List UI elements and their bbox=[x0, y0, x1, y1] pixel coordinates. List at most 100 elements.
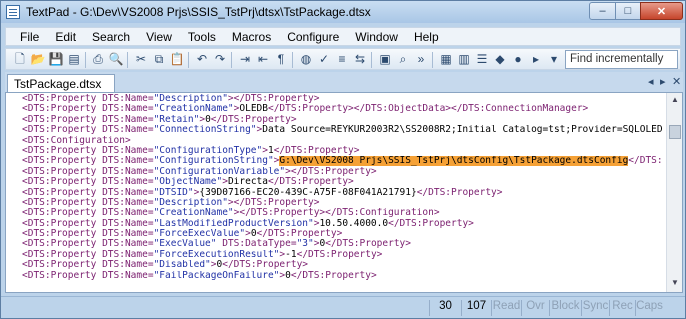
code-line[interactable]: <DTS:Property DTS:Name="ObjectName">Dire… bbox=[22, 177, 662, 187]
close-button[interactable]: ✕ bbox=[640, 2, 683, 20]
code-token: {39D07166-EC20-439C-A75F-08F041A21791} bbox=[199, 187, 417, 198]
minimize-button[interactable]: – bbox=[589, 2, 616, 20]
code-token: <DTS:Property DTS:Name= bbox=[22, 239, 154, 250]
code-token: ></DTS:Property> bbox=[227, 94, 320, 104]
code-token: </DTS:Property> bbox=[273, 145, 360, 156]
textpad-window: TextPad - G:\Dev\VS2008 Prjs\SSIS_TstPrj… bbox=[0, 0, 686, 319]
toolbar-separator bbox=[127, 52, 128, 68]
code-token: <DTS:Property DTS:Name= bbox=[22, 156, 154, 167]
code-area[interactable]: <DTS:Property DTS:Name="Description"></D… bbox=[22, 94, 662, 281]
scroll-up-icon[interactable]: ▲ bbox=[669, 95, 681, 107]
code-token: <DTS:Property DTS:Name= bbox=[22, 270, 154, 281]
tab-tstpackage-dtsx[interactable]: TstPackage.dtsx bbox=[7, 74, 115, 92]
open-file-icon[interactable]: 📂 bbox=[30, 52, 46, 67]
menu-macros[interactable]: Macros bbox=[224, 28, 279, 45]
tile-icon[interactable]: ▥ bbox=[456, 52, 472, 67]
undo-icon[interactable]: ↶ bbox=[194, 52, 210, 67]
vertical-scrollbar[interactable]: ▲ ▼ bbox=[666, 93, 682, 292]
maximize-button[interactable]: □ bbox=[615, 2, 641, 20]
menu-configure[interactable]: Configure bbox=[279, 28, 347, 45]
menu-search[interactable]: Search bbox=[84, 28, 138, 45]
compare-icon[interactable]: ⇆ bbox=[352, 52, 368, 67]
code-token: "Retain" bbox=[153, 114, 200, 125]
bookmark-icon[interactable]: ◆ bbox=[492, 52, 508, 67]
title-bar[interactable]: TextPad - G:\Dev\VS2008 Prjs\SSIS_TstPrj… bbox=[1, 1, 685, 23]
code-token: "CreationName" bbox=[153, 104, 234, 115]
code-line[interactable]: <DTS:Property DTS:Name="CreationName">OL… bbox=[22, 104, 662, 114]
globe-icon[interactable]: ◍ bbox=[298, 52, 314, 67]
code-token: "3" bbox=[296, 239, 314, 250]
tab-close-icon[interactable]: ✕ bbox=[672, 75, 681, 88]
print-preview-icon[interactable]: 🔍 bbox=[108, 52, 124, 67]
find-icon[interactable]: ⌕ bbox=[395, 52, 411, 67]
indent-icon[interactable]: ⇥ bbox=[237, 52, 253, 67]
paragraph-icon[interactable]: ¶ bbox=[273, 52, 289, 67]
tool-output-icon[interactable]: ▣ bbox=[377, 52, 393, 67]
code-line[interactable]: <DTS:Property DTS:Name="ForceExecutionRe… bbox=[22, 250, 662, 260]
code-line[interactable]: <DTS:Property DTS:Name="Disabled">0</DTS… bbox=[22, 260, 662, 270]
menu-window[interactable]: Window bbox=[347, 28, 406, 45]
scroll-down-icon[interactable]: ▼ bbox=[669, 278, 681, 290]
menu-view[interactable]: View bbox=[138, 28, 180, 45]
code-line[interactable]: <DTS:Property DTS:Name="ConfigurationStr… bbox=[22, 156, 662, 167]
copy-icon[interactable]: ⧉ bbox=[151, 52, 167, 67]
code-line[interactable]: <DTS:Property DTS:Name="LastModifiedProd… bbox=[22, 219, 662, 229]
code-token: <DTS:Property DTS:Name= bbox=[22, 125, 154, 136]
textpad-app-icon[interactable] bbox=[6, 5, 20, 19]
window-list-icon[interactable]: ▦ bbox=[438, 52, 454, 67]
new-file-icon[interactable]: 🗋 bbox=[12, 52, 28, 67]
status-line-number: 30 bbox=[429, 300, 461, 316]
print-icon[interactable]: ⎙ bbox=[90, 52, 106, 67]
code-line[interactable]: <DTS:Property DTS:Name="ExecValue" DTS:D… bbox=[22, 239, 662, 249]
scrollbar-thumb[interactable] bbox=[669, 125, 681, 139]
run-icon[interactable]: ▸ bbox=[528, 52, 544, 67]
cut-icon[interactable]: ✂ bbox=[133, 52, 149, 67]
clip-library-icon[interactable]: ☰ bbox=[474, 52, 490, 67]
save-icon[interactable]: 💾 bbox=[48, 52, 64, 67]
play-icon[interactable]: ● bbox=[510, 52, 526, 67]
code-line[interactable]: <DTS:Property DTS:Name="Description"></D… bbox=[22, 94, 662, 104]
code-line[interactable]: <DTS:Property DTS:Name="CreationName"></… bbox=[22, 208, 662, 218]
code-line[interactable]: <DTS:Property DTS:Name="FailPackageOnFai… bbox=[22, 271, 662, 281]
word-count-icon[interactable]: ≡ bbox=[334, 52, 350, 67]
find-incrementally-input[interactable]: Find incrementally bbox=[565, 50, 678, 69]
code-token: <DTS:Property DTS:Name= bbox=[22, 249, 154, 260]
code-token: </DTS:Property> bbox=[296, 249, 383, 260]
code-token: -1 bbox=[285, 249, 297, 260]
code-line[interactable]: <DTS:Property DTS:Name="Retain">0</DTS:P… bbox=[22, 115, 662, 125]
paste-icon[interactable]: 📋 bbox=[169, 52, 185, 67]
toolbar: 🗋 📂 💾 ▤ ⎙ 🔍 ✂ ⧉ 📋 ↶ ↷ ⇥ ⇤ ¶ ◍ ✓ ≡ ⇆ ▣ ⌕ … bbox=[5, 48, 681, 70]
code-token: ></DTS:Property> bbox=[227, 197, 320, 208]
find-next-icon[interactable]: » bbox=[413, 52, 429, 67]
menu-help[interactable]: Help bbox=[406, 28, 447, 45]
window-title: TextPad - G:\Dev\VS2008 Prjs\SSIS_TstPrj… bbox=[26, 5, 371, 19]
code-line[interactable]: <DTS:Property DTS:Name="Description"></D… bbox=[22, 198, 662, 208]
outdent-icon[interactable]: ⇤ bbox=[255, 52, 271, 67]
code-token: </DTS:Property> bbox=[416, 187, 503, 198]
code-token: <DTS:Property DTS:Name= bbox=[22, 218, 154, 229]
code-token: "ObjectName" bbox=[153, 177, 223, 188]
toolbar-separator bbox=[188, 52, 189, 68]
code-token: "DTSID" bbox=[153, 187, 194, 198]
code-line[interactable]: <DTS:Property DTS:Name="DTSID">{39D07166… bbox=[22, 188, 662, 198]
code-line[interactable]: <DTS:Property DTS:Name="ConfigurationTyp… bbox=[22, 146, 662, 156]
code-token: Directa bbox=[227, 177, 268, 188]
menu-file[interactable]: File bbox=[6, 28, 47, 45]
menu-tools[interactable]: Tools bbox=[180, 28, 224, 45]
code-line[interactable]: <DTS:Property DTS:Name="ConnectionString… bbox=[22, 125, 662, 135]
redo-icon[interactable]: ↷ bbox=[212, 52, 228, 67]
spell-check-icon[interactable]: ✓ bbox=[316, 52, 332, 67]
save-all-icon[interactable]: ▤ bbox=[66, 52, 82, 67]
code-line[interactable]: <DTS:Property DTS:Name="ForceExecValue">… bbox=[22, 229, 662, 239]
code-token: <DTS:Property DTS:Name= bbox=[22, 197, 154, 208]
tab-scroll-right-icon[interactable]: ▸ bbox=[660, 75, 666, 88]
code-line[interactable]: <DTS:Property DTS:Name="ConfigurationVar… bbox=[22, 167, 662, 177]
code-token: <DTS:Property DTS:Name= bbox=[22, 260, 154, 271]
code-token: </DTS:Property> bbox=[388, 218, 474, 229]
menu-edit[interactable]: Edit bbox=[47, 28, 84, 45]
tab-scroll-left-icon[interactable]: ◂ bbox=[648, 75, 654, 88]
code-line[interactable]: <DTS:Configuration> bbox=[22, 136, 662, 146]
text-editor[interactable]: <DTS:Property DTS:Name="Description"></D… bbox=[5, 92, 683, 293]
toolbar-separator bbox=[292, 52, 293, 68]
dropdown-icon[interactable]: ▾ bbox=[546, 52, 562, 67]
